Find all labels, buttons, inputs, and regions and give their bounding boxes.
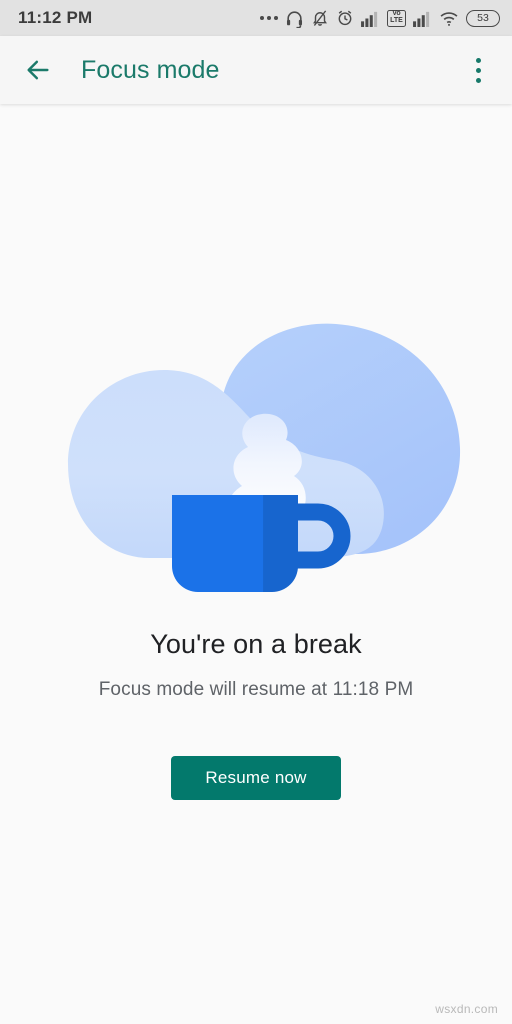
status-bar: 11:12 PM Vo LTE 53 [0,0,512,36]
headline-text: You're on a break [150,629,362,659]
volte-icon: Vo LTE [387,9,406,27]
battery-level-label: 53 [477,12,489,24]
headset-icon [286,10,303,28]
overflow-dot-3 [475,77,481,83]
status-bar-clock: 11:12 PM [18,8,93,27]
overflow-dot-1 [475,57,481,63]
page-title: Focus mode [81,55,220,84]
signal-bars-2-icon [413,11,430,27]
subtitle-text: Focus mode will resume at 11:18 PM [98,679,414,700]
bell-muted-icon [313,10,327,26]
signal-bars-icon [361,11,378,27]
alarm-clock-icon [338,10,352,26]
resume-now-button[interactable]: Resume now [171,756,341,800]
back-button[interactable] [10,42,66,98]
status-bar-icons: Vo LTE 53 [260,9,500,28]
coffee-mug-break-illustration [68,323,461,592]
phone-screen: 11:12 PM Vo LTE 53 Focus mode You're on … [0,0,512,1024]
more-dots-icon [260,16,278,20]
overflow-menu-button[interactable] [456,46,500,94]
main-content: You're on a break Focus mode will resume… [0,104,512,1024]
battery-icon: 53 [466,9,500,27]
wifi-icon [440,11,458,26]
watermark-label: wsxdn.com [435,1002,498,1016]
back-arrow-icon [27,60,49,80]
volte-bottom-label: LTE [390,17,403,24]
overflow-dot-2 [475,67,481,73]
app-bar: Focus mode [0,36,512,104]
